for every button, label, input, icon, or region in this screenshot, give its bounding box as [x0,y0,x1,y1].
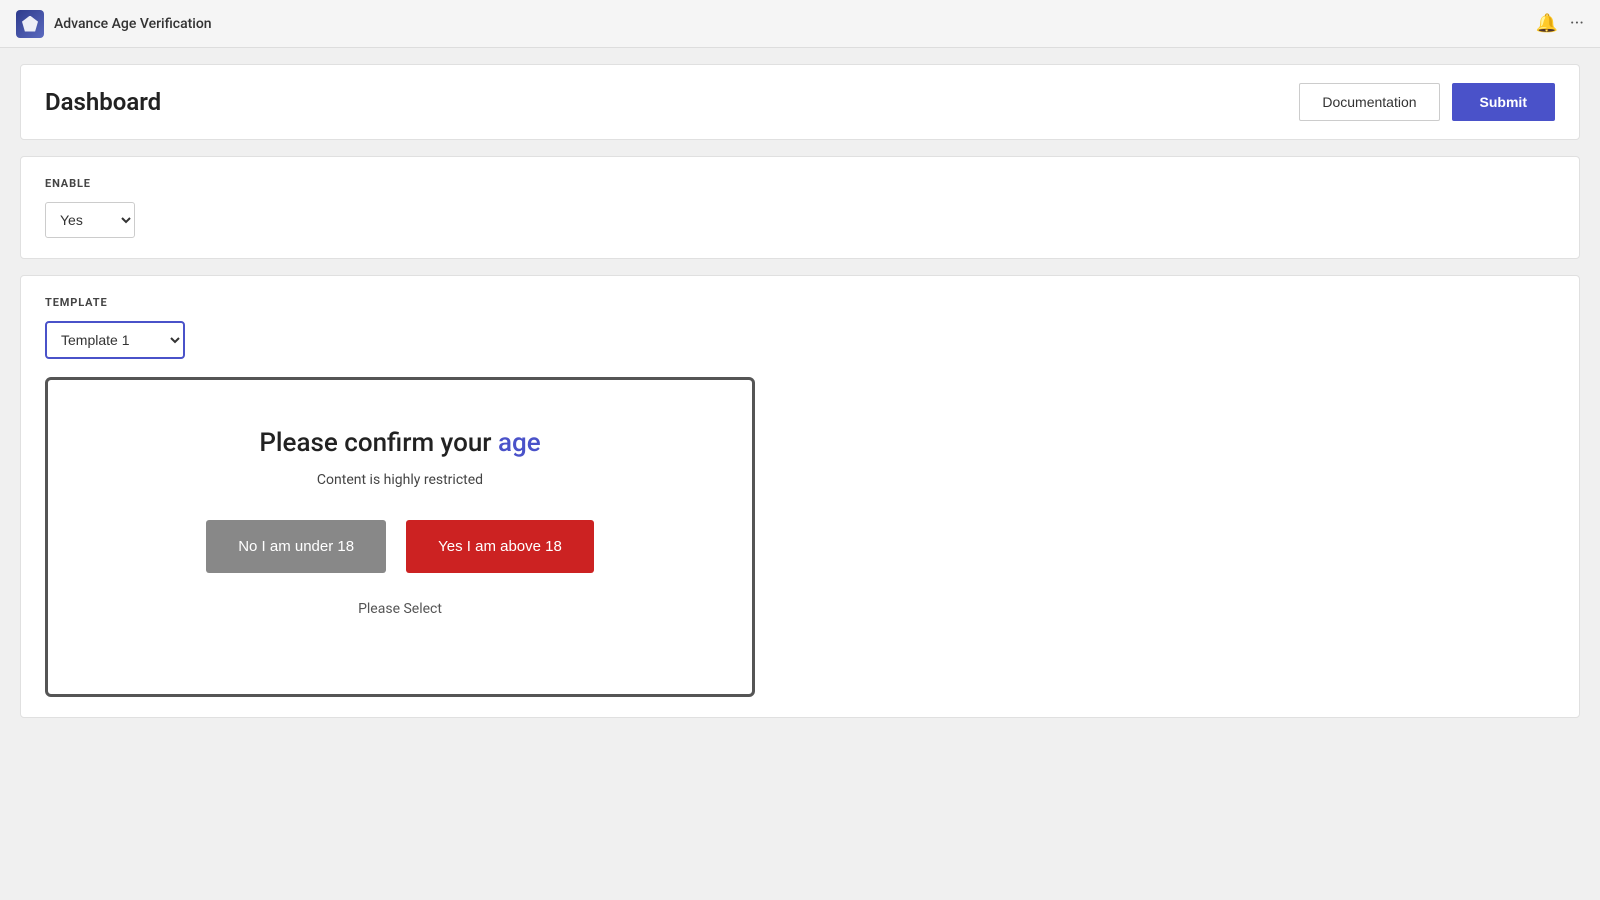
preview-heading-highlight: age [498,428,541,458]
template-select[interactable]: Template 1 Template 2 Template 3 [45,321,185,359]
app-icon-inner [22,16,38,32]
preview-subtext: Content is highly restricted [317,472,483,488]
more-options-icon[interactable]: ··· [1570,13,1584,34]
no-under-18-button[interactable]: No I am under 18 [206,520,386,573]
preview-buttons: No I am under 18 Yes I am above 18 [206,520,594,573]
preview-frame: Please confirm your age Content is highl… [45,377,755,697]
bell-icon[interactable]: 🔔 [1535,13,1557,34]
main-content: Dashboard Documentation Submit ENABLE Ye… [0,48,1600,750]
enable-select[interactable]: Yes No [45,202,135,238]
template-card: TEMPLATE Template 1 Template 2 Template … [20,275,1580,718]
submit-button[interactable]: Submit [1452,83,1555,121]
template-label: TEMPLATE [45,296,1555,309]
preview-content: Please confirm your age Content is highl… [48,380,752,653]
topbar: Advance Age Verification 🔔 ··· [0,0,1600,48]
preview-select-label: Please Select [358,601,442,617]
documentation-button[interactable]: Documentation [1299,83,1439,121]
dashboard-card: Dashboard Documentation Submit [20,64,1580,140]
app-title: Advance Age Verification [54,16,212,32]
dashboard-actions: Documentation Submit [1299,83,1555,121]
topbar-left: Advance Age Verification [16,10,212,38]
topbar-right: 🔔 ··· [1535,13,1584,34]
yes-above-18-button[interactable]: Yes I am above 18 [406,520,594,573]
preview-heading-plain: Please confirm your [259,428,498,458]
enable-label: ENABLE [45,177,1555,190]
preview-heading: Please confirm your age [259,428,540,458]
dashboard-title: Dashboard [45,88,161,116]
enable-card: ENABLE Yes No [20,156,1580,259]
app-icon [16,10,44,38]
